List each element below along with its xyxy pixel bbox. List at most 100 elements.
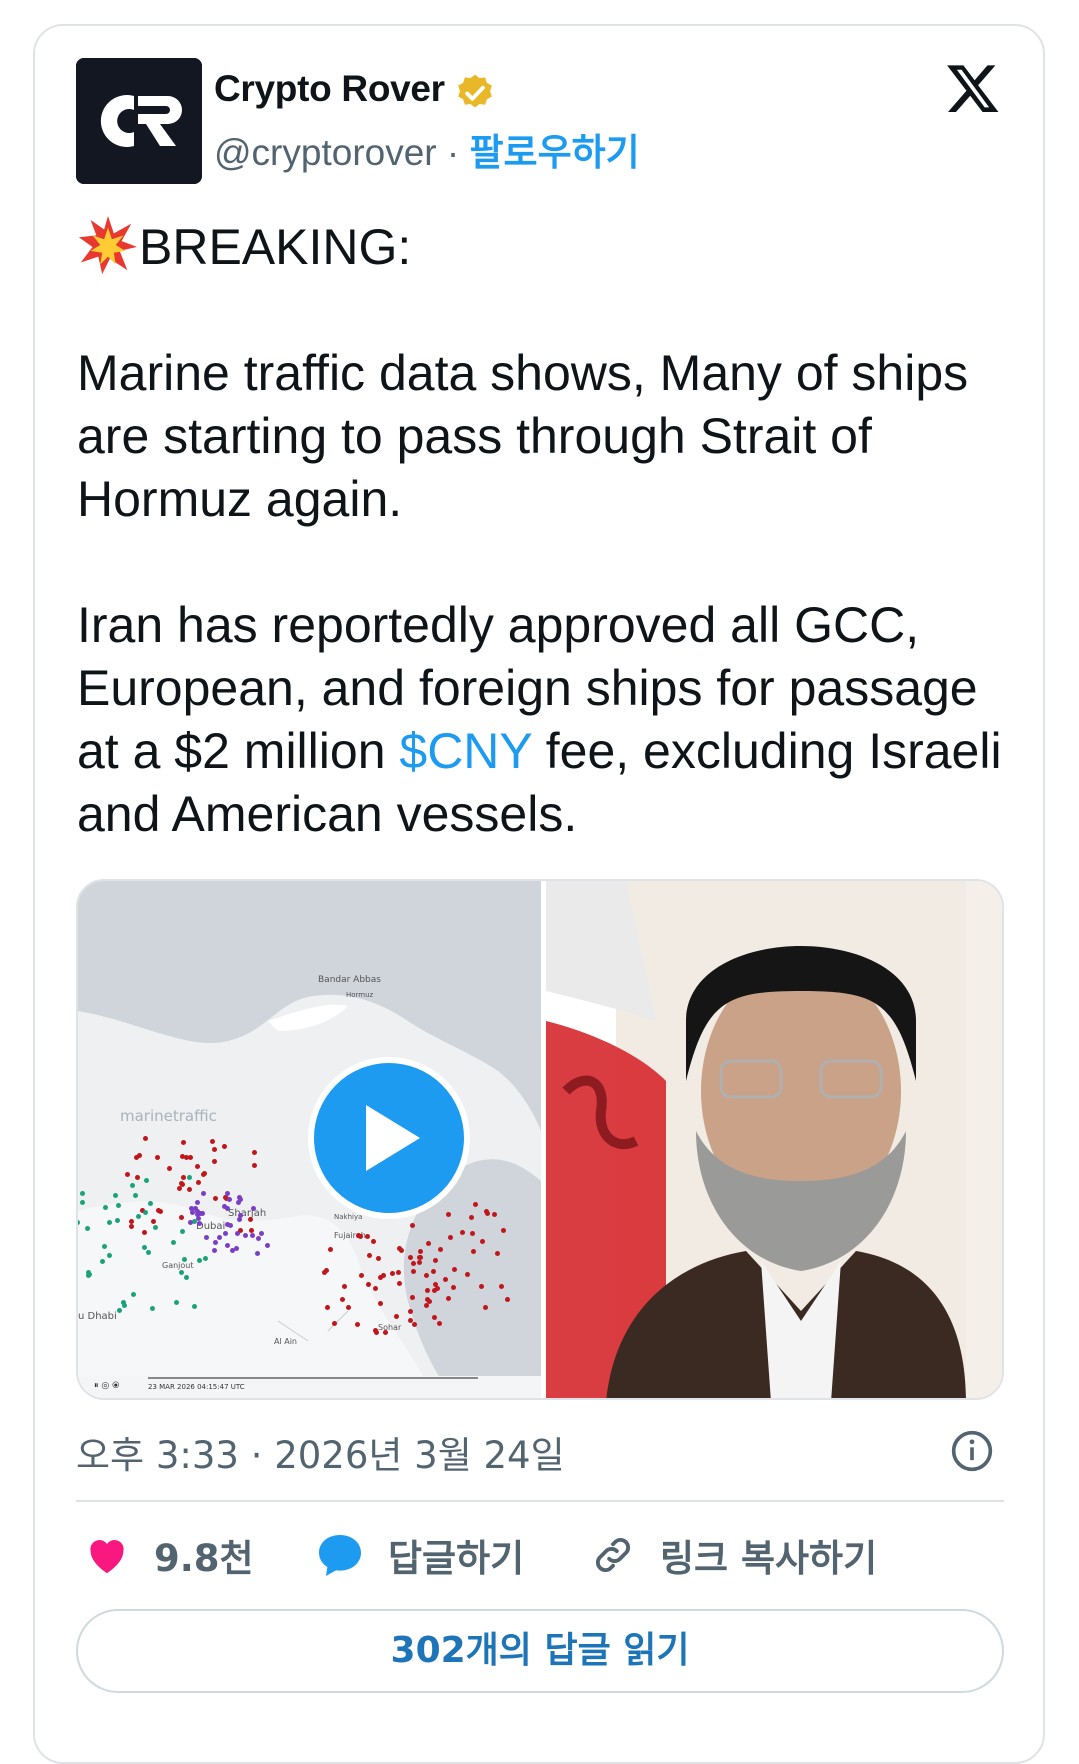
ship-marker xyxy=(85,1225,91,1231)
ship-marker xyxy=(224,1191,230,1197)
tweet-paragraph-1: Marine traffic data shows, Many of ships… xyxy=(77,345,969,527)
ship-marker xyxy=(450,1285,456,1291)
x-logo-icon[interactable] xyxy=(944,60,1002,116)
ship-marker xyxy=(101,1244,107,1250)
avatar[interactable] xyxy=(76,58,202,184)
heart-icon xyxy=(90,1540,124,1574)
verified-badge-icon xyxy=(458,74,492,108)
map-label-ganjout: Ganjout xyxy=(162,1261,194,1270)
ship-marker xyxy=(179,1180,185,1186)
cashtag-link[interactable]: $CNY xyxy=(399,723,531,779)
ship-marker xyxy=(478,1284,484,1290)
ship-marker xyxy=(129,1223,135,1229)
ship-marker xyxy=(504,1296,510,1302)
collision-emoji-icon xyxy=(78,215,138,275)
map-label-abu-dhabi: u Dhabi xyxy=(78,1311,117,1322)
ship-marker xyxy=(250,1206,256,1212)
ship-marker xyxy=(227,1196,233,1202)
ship-marker xyxy=(186,1187,192,1193)
info-icon[interactable] xyxy=(950,1429,994,1473)
ship-marker xyxy=(135,1214,141,1220)
author-name[interactable]: Crypto Rover xyxy=(214,68,445,110)
ship-marker xyxy=(114,1217,120,1223)
ship-marker xyxy=(183,1154,189,1160)
map-label-nakhiya: Nakhiya xyxy=(334,1213,363,1221)
ship-marker xyxy=(251,1149,257,1155)
ship-marker xyxy=(182,1256,188,1262)
ship-marker xyxy=(432,1314,438,1320)
ship-marker xyxy=(255,1236,261,1242)
ship-marker xyxy=(147,1201,153,1207)
ship-marker xyxy=(410,1268,416,1274)
ship-marker xyxy=(106,1252,112,1258)
copy-link-label: 링크 복사하기 xyxy=(660,1537,878,1580)
read-replies-button[interactable]: 302개의 답글 읽기 xyxy=(76,1609,1004,1693)
ship-marker xyxy=(194,1199,200,1205)
follow-button[interactable]: 팔로우하기 xyxy=(470,131,640,174)
ship-marker xyxy=(178,1270,184,1276)
ship-marker xyxy=(357,1233,363,1239)
ship-marker xyxy=(235,1199,241,1205)
ship-marker xyxy=(377,1301,383,1307)
ship-marker xyxy=(212,1146,218,1152)
ship-marker xyxy=(430,1268,436,1274)
ship-marker xyxy=(212,1240,218,1246)
reply-label: 답글하기 xyxy=(388,1537,525,1580)
ship-marker xyxy=(442,1276,448,1282)
ship-marker xyxy=(447,1235,453,1241)
reply-button[interactable]: 답글하기 xyxy=(316,1533,524,1580)
tweet-text: BREAKING: Marine traffic data shows, Man… xyxy=(77,214,1017,846)
tweet-timestamp[interactable]: 오후 3:33 · 2026년 3월 24일 xyxy=(76,1425,565,1479)
map-timestamp: 23 MAR 2026 04:15:47 UTC xyxy=(148,1383,245,1391)
ship-marker xyxy=(432,1287,437,1293)
media-container: Bandar Abbas Hormuz Dubai Sharjah Ganjou… xyxy=(76,879,1004,1400)
link-icon xyxy=(595,1537,631,1573)
ship-marker xyxy=(224,1221,230,1227)
ship-marker xyxy=(409,1222,415,1228)
map-label-bandar-abbas: Bandar Abbas xyxy=(318,975,381,985)
ship-marker xyxy=(247,1217,253,1223)
map-label-hormuz: Hormuz xyxy=(346,991,374,999)
play-button[interactable] xyxy=(308,1057,470,1219)
map-label-al-ain: Al Ain xyxy=(274,1337,298,1346)
marine-traffic-map-video[interactable]: Bandar Abbas Hormuz Dubai Sharjah Ganjou… xyxy=(78,881,541,1398)
divider xyxy=(76,1500,1004,1502)
ship-marker xyxy=(204,1234,210,1240)
ship-marker xyxy=(340,1296,346,1302)
video-timebar[interactable]: ⏸ ◎ ⦿ 23 MAR 2026 04:15:47 UTC xyxy=(78,1376,541,1398)
ship-marker xyxy=(234,1230,240,1236)
ship-marker xyxy=(471,1248,477,1254)
ship-marker xyxy=(120,1300,126,1306)
ship-marker xyxy=(170,1239,176,1245)
map-label-sohar: Sohar xyxy=(378,1323,402,1332)
ship-marker xyxy=(192,1303,198,1309)
playback-controls-icon[interactable]: ⏸ ◎ ⦿ xyxy=(94,1381,119,1391)
ship-marker xyxy=(196,1220,202,1226)
ship-marker xyxy=(370,1238,376,1244)
ship-marker xyxy=(342,1283,347,1289)
copy-link-button[interactable]: 링크 복사하기 xyxy=(590,1533,877,1580)
ship-marker xyxy=(154,1154,160,1160)
ship-marker xyxy=(364,1234,370,1240)
ship-marker xyxy=(494,1250,500,1256)
ship-marker xyxy=(129,1183,135,1189)
ship-marker xyxy=(210,1138,216,1144)
separator: · xyxy=(446,132,460,173)
ship-marker xyxy=(417,1248,423,1254)
ship-marker xyxy=(181,1174,187,1180)
iran-leader-photo[interactable] xyxy=(546,881,1002,1398)
ship-marker xyxy=(202,1256,208,1262)
ship-marker xyxy=(142,1136,148,1141)
ship-marker xyxy=(116,1307,122,1313)
ship-marker xyxy=(389,1270,395,1276)
ship-marker xyxy=(176,1186,182,1192)
like-button[interactable]: 9.8천 xyxy=(84,1533,254,1580)
ship-marker xyxy=(196,1257,202,1263)
ship-marker xyxy=(446,1211,452,1217)
author-handle[interactable]: @cryptorover xyxy=(214,132,437,173)
ship-marker xyxy=(102,1205,108,1211)
ship-marker xyxy=(366,1253,372,1259)
author-handle-row: @cryptorover · 팔로우하기 xyxy=(214,122,640,176)
ship-marker xyxy=(224,1242,230,1248)
crypto-rover-logo-icon xyxy=(76,58,202,184)
